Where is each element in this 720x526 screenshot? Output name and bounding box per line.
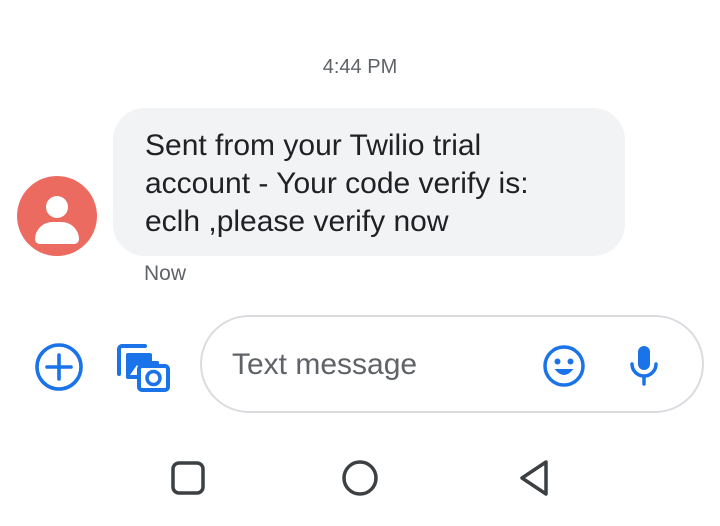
message-timestamp: 4:44 PM bbox=[322, 56, 398, 78]
message-line: account - Your code verify is: bbox=[145, 167, 529, 200]
message-line: Sent from your Twilio trial bbox=[145, 129, 482, 162]
media-gallery-button[interactable] bbox=[115, 340, 171, 394]
person-shoulders-shape bbox=[35, 222, 79, 244]
circle-icon bbox=[342, 460, 378, 496]
compose-bar bbox=[200, 315, 704, 413]
triangle-back-icon bbox=[520, 460, 548, 496]
messages-screen: 4:44 PM Sent from your Twilio trial acco… bbox=[0, 0, 720, 526]
recents-button[interactable] bbox=[168, 458, 208, 498]
add-circle-icon bbox=[35, 343, 83, 391]
message-status: Now bbox=[144, 262, 187, 285]
person-head-shape bbox=[46, 196, 68, 218]
home-button[interactable] bbox=[338, 456, 382, 500]
microphone-icon bbox=[630, 346, 658, 386]
add-attachment-button[interactable] bbox=[33, 341, 85, 393]
contact-avatar[interactable] bbox=[17, 176, 97, 256]
gallery-camera-icon bbox=[117, 344, 170, 392]
text-message-input[interactable] bbox=[232, 346, 522, 384]
message-line: eclh ,please verify now bbox=[145, 205, 449, 238]
incoming-message-bubble[interactable]: Sent from your Twilio trial account - Yo… bbox=[113, 108, 625, 256]
square-icon bbox=[171, 461, 205, 495]
voice-input-button[interactable] bbox=[624, 342, 664, 390]
emoji-button[interactable] bbox=[542, 344, 586, 388]
emoji-icon bbox=[543, 345, 585, 387]
back-button[interactable] bbox=[512, 456, 556, 500]
